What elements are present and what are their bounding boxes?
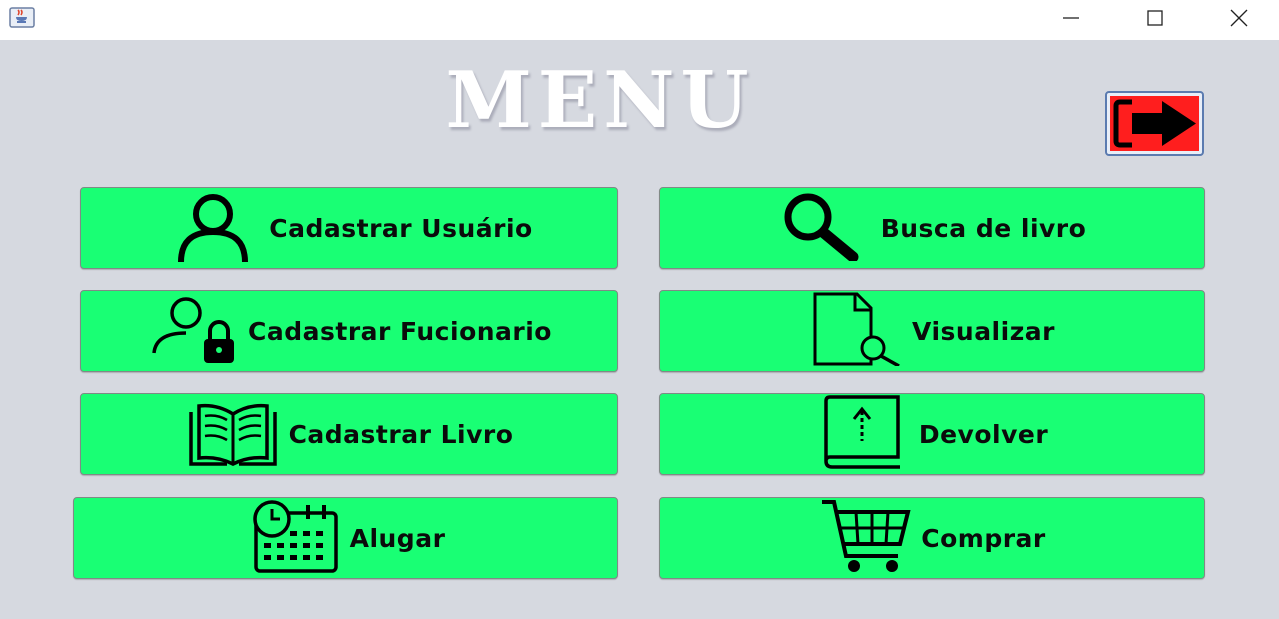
window-titlebar [0, 0, 1279, 40]
cadastrar-livro-button[interactable]: Cadastrar Livro [80, 393, 618, 475]
alugar-label: Alugar [349, 523, 446, 553]
minimize-button[interactable] [1048, 0, 1094, 36]
exit-arrow-icon [1110, 96, 1199, 151]
document-search-icon [809, 292, 904, 370]
return-book-icon [816, 395, 911, 473]
devolver-button[interactable]: Devolver [659, 393, 1205, 475]
alugar-button[interactable]: Alugar [73, 497, 618, 579]
close-icon [1230, 9, 1248, 27]
minimize-icon [1063, 17, 1079, 19]
page-title: MENU [445, 55, 755, 146]
maximize-button[interactable] [1132, 0, 1178, 36]
user-icon [165, 190, 261, 266]
java-cup-icon[interactable] [9, 7, 37, 29]
exit-button[interactable] [1105, 91, 1204, 156]
visualizar-label: Visualizar [912, 316, 1055, 346]
shopping-cart-icon [818, 498, 913, 578]
cadastrar-funcionario-button[interactable]: Cadastrar Fucionario [80, 290, 618, 372]
comprar-label: Comprar [921, 523, 1046, 553]
close-button[interactable] [1216, 0, 1262, 36]
cadastrar-funcionario-label: Cadastrar Fucionario [248, 316, 552, 346]
visualizar-button[interactable]: Visualizar [659, 290, 1205, 372]
devolver-label: Devolver [918, 419, 1049, 449]
search-icon [778, 191, 873, 265]
cadastrar-usuario-label: Cadastrar Usuário [269, 213, 533, 243]
user-lock-icon [146, 293, 242, 369]
maximize-icon [1147, 10, 1163, 26]
cadastrar-usuario-button[interactable]: Cadastrar Usuário [80, 187, 618, 269]
busca-livro-label: Busca de livro [880, 213, 1087, 243]
busca-livro-button[interactable]: Busca de livro [659, 187, 1205, 269]
calendar-clock-icon [246, 499, 342, 577]
cadastrar-livro-label: Cadastrar Livro [288, 419, 514, 449]
open-book-icon [185, 396, 281, 472]
comprar-button[interactable]: Comprar [659, 497, 1205, 579]
